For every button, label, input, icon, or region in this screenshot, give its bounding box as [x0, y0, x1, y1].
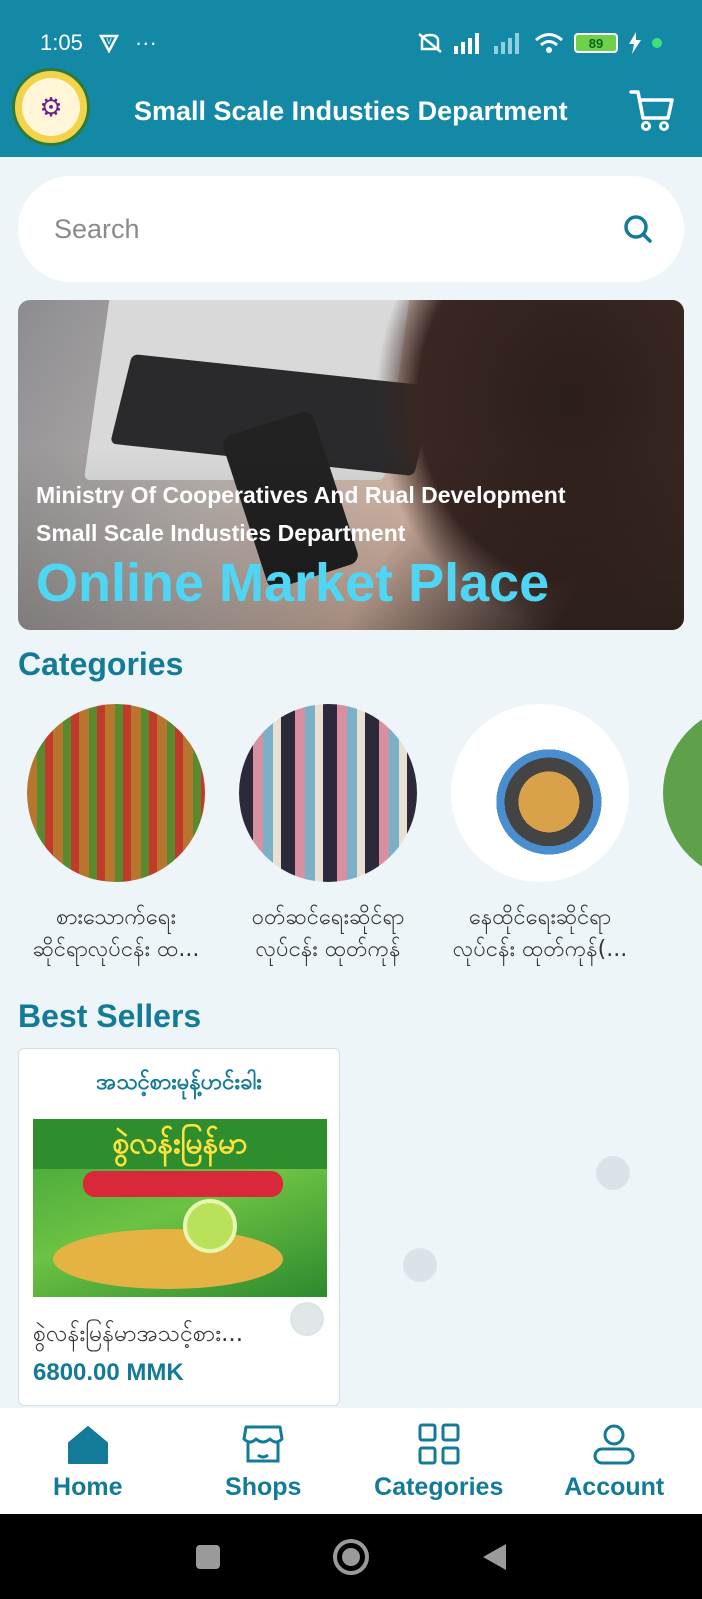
vpn-icon: V — [98, 34, 119, 54]
status-time: 1:05 — [40, 30, 83, 55]
back-icon[interactable] — [480, 1542, 508, 1572]
product-name: စွဲလန်းမြန်မာအသင့်စား... — [33, 1321, 244, 1347]
system-navigation — [0, 1514, 702, 1599]
home-icon — [67, 1425, 108, 1464]
loading-dot — [596, 1156, 630, 1190]
recents-icon[interactable] — [194, 1543, 222, 1571]
category-image — [239, 704, 417, 882]
best-sellers-heading: Best Sellers — [18, 998, 202, 1034]
categories-carousel[interactable]: စားသောက်ရေး ဆိုင်ရာလုပ်ငန်း ထ... ဝတ်ဆင်ရ… — [18, 700, 702, 970]
product-price: 6800.00 MMK — [33, 1359, 184, 1386]
banner-department-text: Small Scale Industies Department — [36, 520, 406, 546]
wifi-icon — [535, 33, 563, 53]
category-item-clothing[interactable]: ဝတ်ဆင်ရေးဆိုင်ရာ လုပ်ငန်း ထုတ်ကုန် — [230, 700, 426, 966]
category-image — [451, 704, 629, 882]
banner-headline: Online Market Place — [36, 553, 550, 613]
signal-icon — [454, 33, 479, 54]
charging-icon — [629, 32, 641, 54]
product-card[interactable]: အသင့်စားမုန့်ဟင်းခါး စွဲလန်းမြန်မာ စွဲလန… — [18, 1048, 340, 1406]
status-more: ··· — [134, 30, 157, 55]
loading-dot — [290, 1302, 324, 1336]
person-icon — [593, 1424, 635, 1464]
nav-home-label: Home — [53, 1472, 123, 1501]
nav-account[interactable]: Account — [527, 1408, 702, 1514]
search-input[interactable] — [54, 213, 622, 245]
search-icon[interactable] — [622, 213, 654, 245]
category-label: စားသောက်ရေး ဆိုင်ရာလုပ်ငန်း ထ... — [32, 905, 200, 962]
promo-banner[interactable]: Ministry Of Cooperatives And Rual Develo… — [18, 300, 684, 630]
category-label: ဝတ်ဆင်ရေးဆိုင်ရာ လုပ်ငန်း ထုတ်ကုန် — [251, 905, 405, 962]
battery-indicator: 89 — [574, 33, 618, 53]
nav-shops-label: Shops — [225, 1472, 302, 1501]
nav-account-label: Account — [564, 1472, 665, 1501]
page-title: Small Scale Industies Department — [134, 96, 568, 126]
product-shop-name: အသင့်စားမုန့်ဟင်းခါး — [96, 1070, 262, 1095]
search-bar[interactable] — [18, 176, 684, 282]
status-bar: 1:05 V ··· 89 — [40, 26, 662, 60]
nav-categories[interactable]: Categories — [351, 1408, 527, 1514]
bottom-navigation: Home Shops Categories Account — [0, 1408, 702, 1514]
notification-dot — [652, 38, 662, 48]
loading-dot — [403, 1248, 437, 1282]
grid-icon — [418, 1423, 460, 1464]
category-item-housing[interactable]: နေထိုင်ရေးဆိုင်ရာ လုပ်ငန်း ထုတ်ကုန်(... — [442, 700, 638, 966]
nav-home[interactable]: Home — [0, 1408, 176, 1514]
mute-icon — [418, 33, 442, 53]
home-circle-icon[interactable] — [332, 1538, 370, 1576]
categories-heading: Categories — [18, 646, 184, 682]
app-bar: 1:05 V ··· 89 ⚙ Small Scale Industies De… — [0, 0, 702, 157]
signal-weak-icon — [494, 33, 519, 54]
category-item-next[interactable] — [654, 700, 702, 882]
product-image: စွဲလန်းမြန်မာ — [33, 1119, 327, 1297]
svg-text:V: V — [106, 37, 112, 46]
shop-icon — [242, 1425, 284, 1462]
cart-icon[interactable] — [628, 86, 676, 134]
category-label: နေထိုင်ရေးဆိုင်ရာ လုပ်ငန်း ထုတ်ကုန်(... — [452, 905, 628, 962]
department-logo: ⚙ — [12, 68, 90, 146]
category-image — [663, 704, 702, 882]
nav-shops[interactable]: Shops — [176, 1408, 352, 1514]
banner-ministry-text: Ministry Of Cooperatives And Rual Develo… — [36, 482, 566, 508]
nav-categories-label: Categories — [374, 1472, 504, 1501]
category-image — [27, 704, 205, 882]
category-item-food[interactable]: စားသောက်ရေး ဆိုင်ရာလုပ်ငန်း ထ... — [18, 700, 214, 966]
